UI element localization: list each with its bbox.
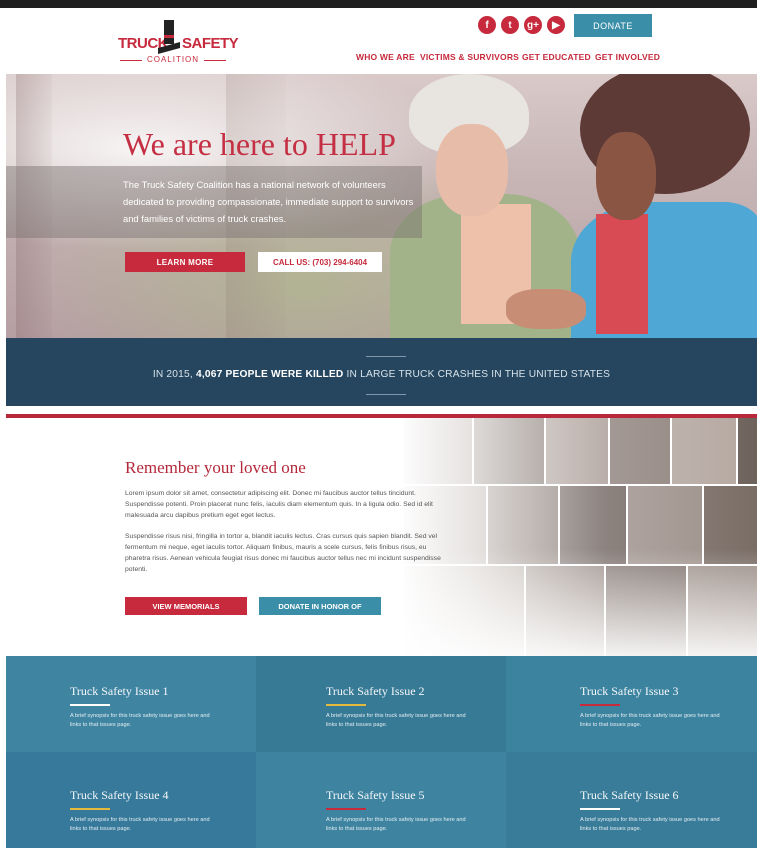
donate-button[interactable]: DONATE [574, 14, 652, 37]
issue-underline [580, 704, 620, 706]
issue-tile-6[interactable]: Truck Safety Issue 6 A brief synopsis fo… [506, 752, 757, 848]
issue-underline [326, 704, 366, 706]
hero-description: The Truck Safety Coalition has a nationa… [123, 179, 414, 225]
statistic-band: IN 2015, 4,067 PEOPLE WERE KILLED IN LAR… [6, 338, 757, 406]
hero-photo-figure [436, 124, 508, 216]
statistic-prefix: IN 2015, [152, 369, 193, 380]
hero-title: We are here to HELP [123, 126, 396, 162]
statistic-suffix: IN LARGE TRUCK CRASHES IN THE UNITED STA… [346, 369, 611, 380]
issue-tile-3[interactable]: Truck Safety Issue 3 A brief synopsis fo… [506, 656, 757, 752]
truck-safety-issues-grid: Truck Safety Issue 1 A brief synopsis fo… [6, 656, 757, 848]
remember-paragraph-2: Suspendisse risus nisi, fringilla in tor… [125, 533, 441, 573]
view-memorials-button[interactable]: VIEW MEMORIALS [125, 597, 247, 615]
issue-description: A brief synopsis for this truck safety i… [326, 817, 466, 832]
top-bar [0, 0, 757, 8]
hero-photo-figure [596, 214, 648, 334]
issue-title[interactable]: Truck Safety Issue 4 [70, 788, 169, 803]
section-gap [0, 406, 757, 414]
issue-description: A brief synopsis for this truck safety i… [326, 713, 466, 728]
nav-who-we-are[interactable]: WHO WE ARE [356, 52, 415, 62]
logo-sub-coalition: COALITION [120, 55, 226, 64]
site-header: TRUCK SAFETY COALITION f t g+ ▶ DONATE W… [0, 8, 757, 74]
issue-description: A brief synopsis for this truck safety i… [70, 817, 210, 832]
hero-photo-figure [506, 289, 586, 329]
top-hat-icon [158, 20, 180, 54]
issue-tile-5[interactable]: Truck Safety Issue 5 A brief synopsis fo… [256, 752, 506, 848]
youtube-icon[interactable]: ▶ [547, 16, 565, 34]
issue-title[interactable]: Truck Safety Issue 3 [580, 684, 679, 699]
statistic-highlight: 4,067 PEOPLE WERE KILLED [195, 369, 344, 380]
issue-underline [70, 808, 110, 810]
remember-title: Remember your loved one [125, 458, 306, 477]
issue-title[interactable]: Truck Safety Issue 5 [326, 788, 425, 803]
nav-get-educated[interactable]: GET EDUCATED [522, 52, 591, 62]
logo-word-safety: SAFETY [182, 35, 239, 52]
googleplus-icon[interactable]: g+ [524, 16, 542, 34]
nav-get-involved[interactable]: GET INVOLVED [595, 52, 660, 62]
issue-tile-4[interactable]: Truck Safety Issue 4 A brief synopsis fo… [6, 752, 256, 848]
nav-victims-survivors[interactable]: VICTIMS & SURVIVORS [420, 52, 519, 62]
twitter-icon[interactable]: t [501, 16, 519, 34]
remember-section: Remember your loved one Lorem ipsum dolo… [6, 418, 757, 656]
donate-in-honor-button[interactable]: DONATE IN HONOR OF [259, 597, 381, 615]
statistic-text: IN 2015, 4,067 PEOPLE WERE KILLED IN LAR… [6, 369, 757, 380]
hero-photo-figure [596, 132, 656, 220]
divider [366, 394, 406, 395]
issue-underline [70, 704, 110, 706]
call-us-button[interactable]: CALL US: (703) 294-6404 [258, 252, 382, 272]
issue-description: A brief synopsis for this truck safety i… [70, 713, 210, 728]
issue-title[interactable]: Truck Safety Issue 1 [70, 684, 169, 699]
issue-title[interactable]: Truck Safety Issue 2 [326, 684, 425, 699]
issue-underline [326, 808, 366, 810]
issue-title[interactable]: Truck Safety Issue 6 [580, 788, 679, 803]
issue-description: A brief synopsis for this truck safety i… [580, 817, 720, 832]
learn-more-button[interactable]: LEARN MORE [125, 252, 245, 272]
hero-section: We are here to HELP The Truck Safety Coa… [6, 74, 757, 338]
issue-tile-1[interactable]: Truck Safety Issue 1 A brief synopsis fo… [6, 656, 256, 752]
facebook-icon[interactable]: f [478, 16, 496, 34]
truck-safety-coalition-logo[interactable]: TRUCK SAFETY COALITION [118, 18, 239, 70]
divider [366, 356, 406, 357]
remember-paragraph-1: Lorem ipsum dolor sit amet, consectetur … [125, 490, 433, 519]
issue-tile-2[interactable]: Truck Safety Issue 2 A brief synopsis fo… [256, 656, 506, 752]
issue-underline [580, 808, 620, 810]
issue-description: A brief synopsis for this truck safety i… [580, 713, 720, 728]
